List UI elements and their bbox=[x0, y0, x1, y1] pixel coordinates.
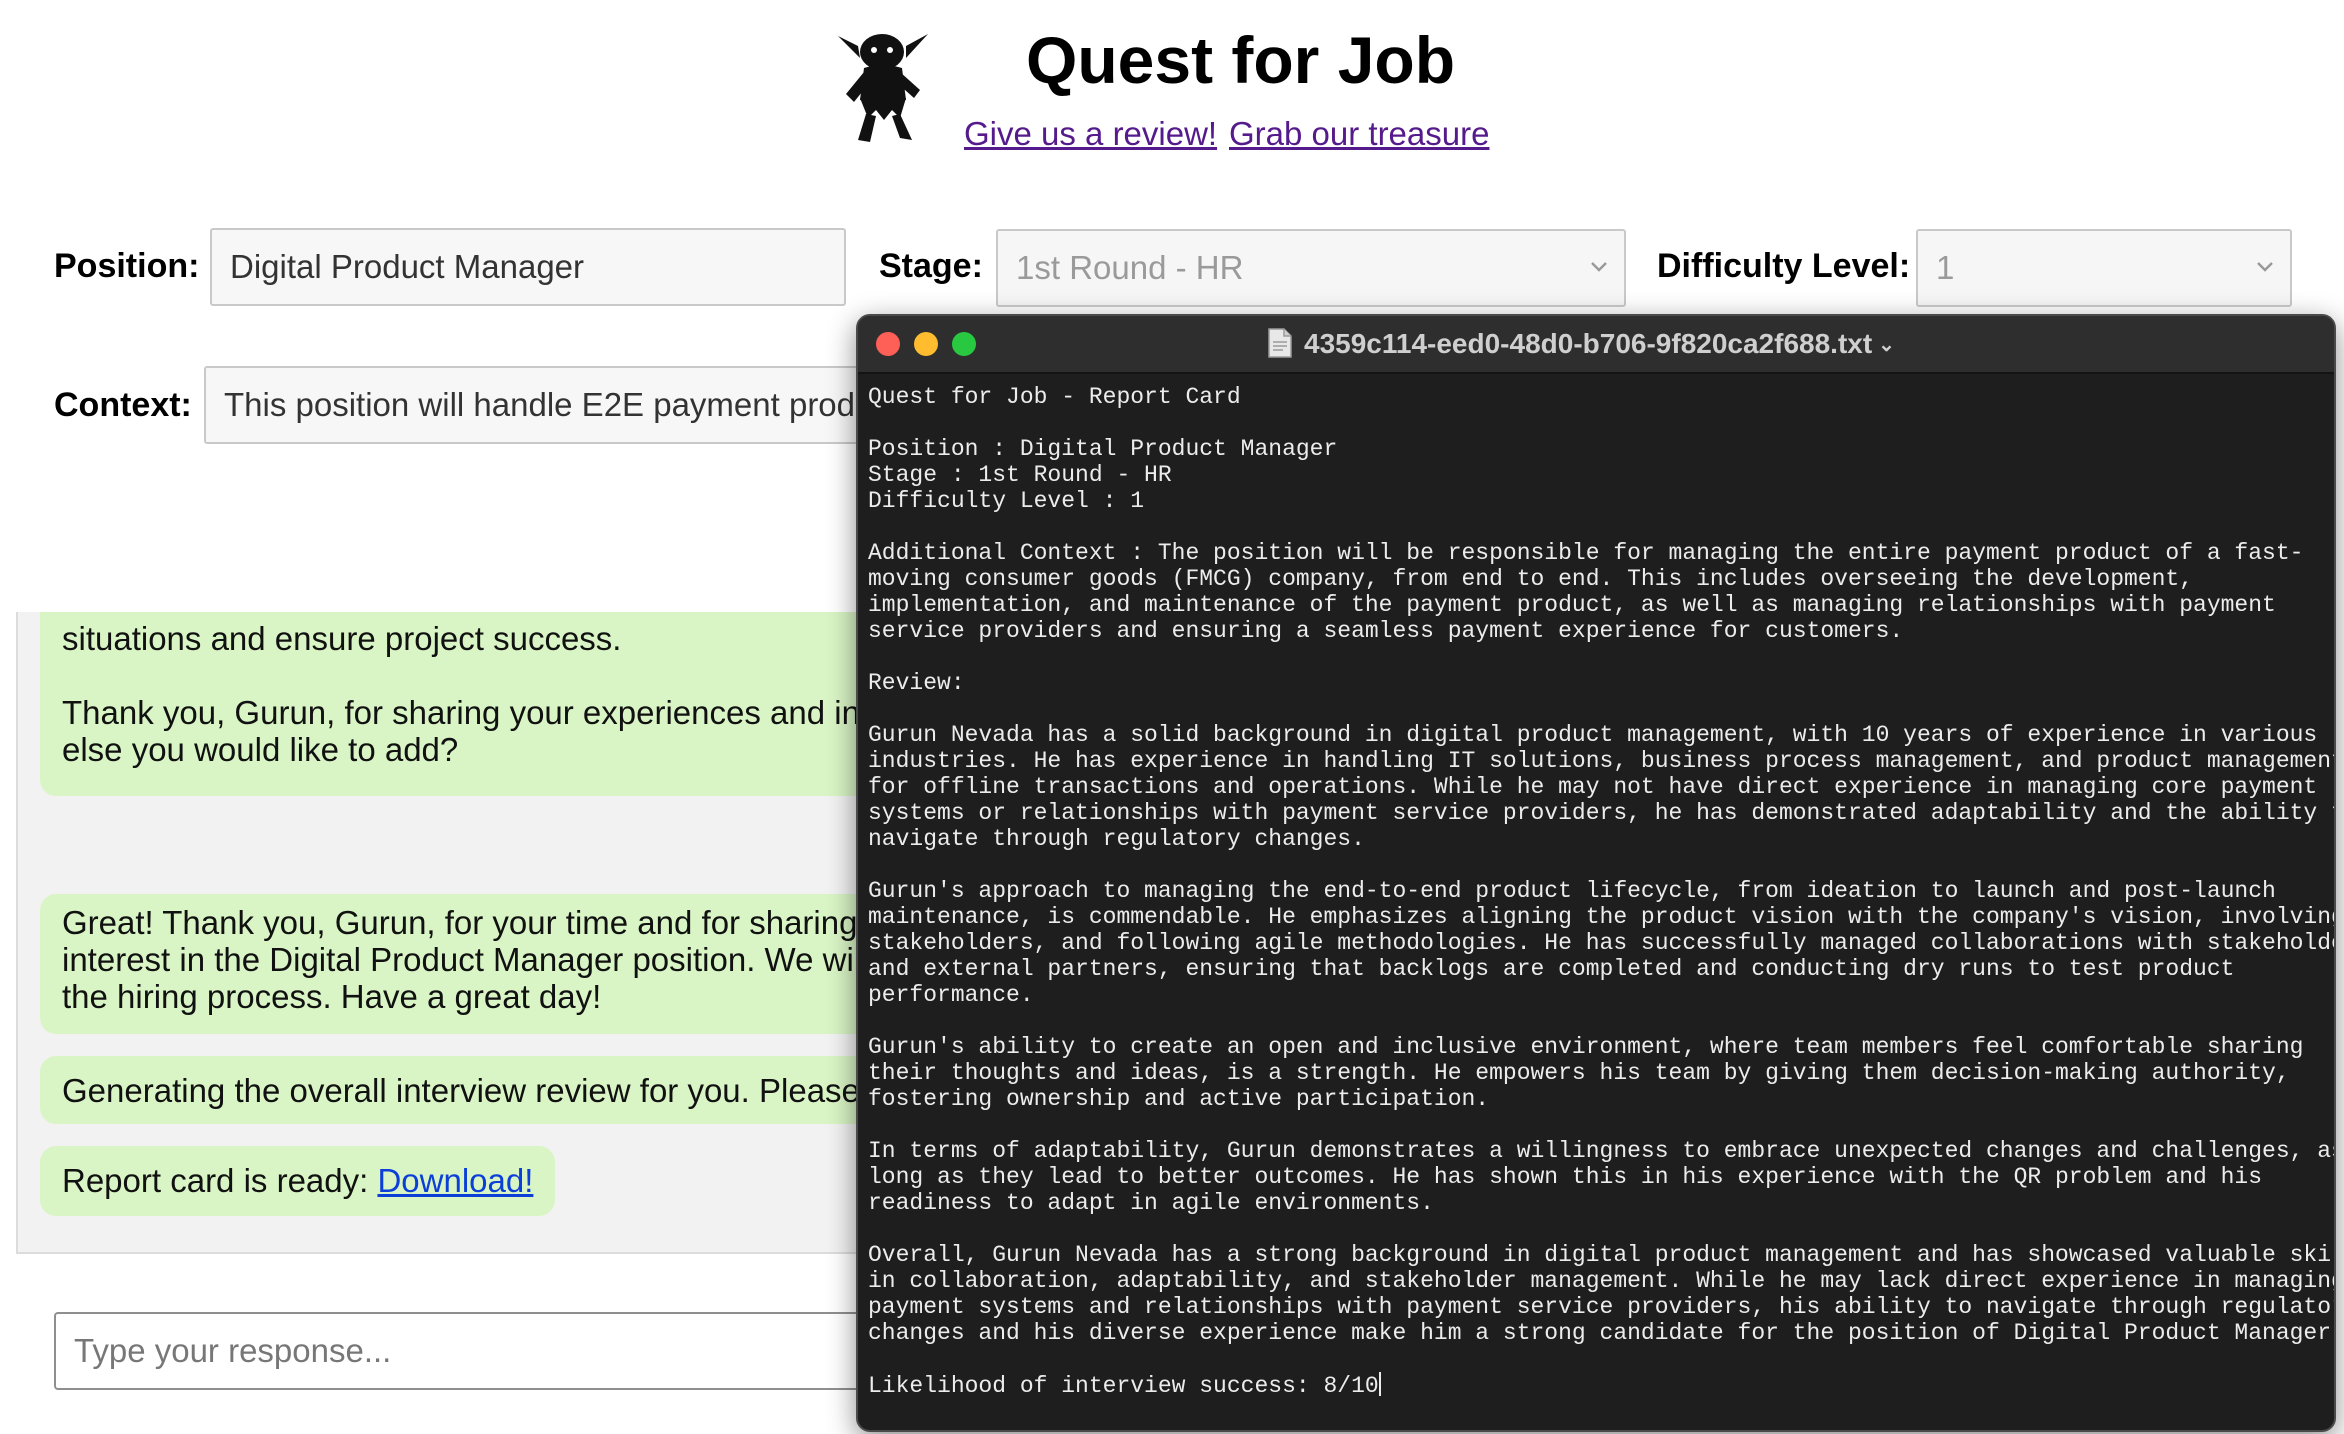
message-line: Thank you, Gurun, for sharing your exper… bbox=[62, 694, 884, 731]
report-line: moving consumer goods (FMCG) company, fr… bbox=[868, 566, 2194, 592]
report-ready-text: Report card is ready: bbox=[62, 1162, 378, 1199]
message-line: situations and ensure project success. bbox=[62, 620, 622, 657]
report-line bbox=[868, 1112, 2324, 1138]
report-line: for offline transactions and operations.… bbox=[868, 774, 2318, 800]
report-line: implementation, and maintenance of the p… bbox=[868, 592, 2276, 618]
position-value: Digital Product Manager bbox=[230, 248, 585, 285]
context-input[interactable]: This position will handle E2E payment pr… bbox=[204, 366, 924, 444]
report-line: Position : Digital Product Manager bbox=[868, 436, 1338, 462]
report-line: Gurun's ability to create an open and in… bbox=[868, 1034, 2304, 1060]
download-link[interactable]: Download! bbox=[377, 1162, 533, 1199]
text-cursor bbox=[1378, 1372, 1381, 1396]
report-line: Quest for Job - Report Card bbox=[868, 384, 1241, 410]
report-line: Stage : 1st Round - HR bbox=[868, 462, 1172, 488]
document-icon bbox=[1268, 328, 1292, 358]
position-input[interactable]: Digital Product Manager bbox=[210, 228, 846, 306]
report-line: and external partners, ensuring that bac… bbox=[868, 956, 2235, 982]
chat-message: situations and ensure project success. T… bbox=[40, 612, 914, 796]
report-line: changes and his diverse experience make … bbox=[868, 1320, 2336, 1346]
report-line: service providers and ensuring a seamles… bbox=[868, 618, 1904, 644]
chat-message: Great! Thank you, Gurun, for your time a… bbox=[40, 894, 914, 1034]
report-line: Additional Context : The position will b… bbox=[868, 540, 2304, 566]
report-line: readiness to adapt in agile environments… bbox=[868, 1190, 1434, 1216]
report-line: industries. He has experience in handlin… bbox=[868, 748, 2336, 774]
message-line: the hiring process. Have a great day! bbox=[62, 978, 602, 1015]
stage-select[interactable]: 1st Round - HR bbox=[996, 229, 1626, 307]
report-line: maintenance, is commendable. He emphasiz… bbox=[868, 904, 2336, 930]
report-line: fostering ownership and active participa… bbox=[868, 1086, 1490, 1112]
report-line: Gurun Nevada has a solid background in d… bbox=[868, 722, 2318, 748]
text-editor-window[interactable]: 4359c114-eed0-48d0-b706-9f820ca2f688.txt… bbox=[856, 314, 2336, 1432]
file-name: 4359c114-eed0-48d0-b706-9f820ca2f688.txt bbox=[1304, 328, 1873, 359]
report-line: in collaboration, adaptability, and stak… bbox=[868, 1268, 2336, 1294]
chat-message-report: Report card is ready: Download! bbox=[40, 1146, 556, 1216]
position-label: Position: bbox=[54, 247, 200, 285]
report-line: payment systems and relationships with p… bbox=[868, 1294, 2336, 1320]
report-line: Overall, Gurun Nevada has a strong backg… bbox=[868, 1242, 2336, 1268]
report-line: Difficulty Level : 1 bbox=[868, 488, 1145, 514]
page-title: Quest for Job bbox=[1026, 23, 1456, 97]
stage-value: 1st Round - HR bbox=[1016, 249, 1244, 286]
context-label: Context: bbox=[54, 386, 192, 424]
report-line: their thoughts and ideas, is a strength.… bbox=[868, 1060, 2290, 1086]
maximize-window-button[interactable] bbox=[952, 332, 976, 356]
message-line: Generating the overall interview review … bbox=[62, 1072, 893, 1109]
report-line bbox=[868, 852, 2324, 878]
file-title[interactable]: 4359c114-eed0-48d0-b706-9f820ca2f688.txt… bbox=[1304, 316, 1895, 372]
report-line: Review: bbox=[868, 670, 965, 696]
difficulty-label: Difficulty Level: bbox=[1657, 247, 1911, 285]
context-value: This position will handle E2E payment pr… bbox=[224, 386, 874, 423]
report-line: long as they lead to better outcomes. He… bbox=[868, 1164, 2263, 1190]
report-line: Gurun's approach to managing the end-to-… bbox=[868, 878, 2276, 904]
review-link[interactable]: Give us a review! bbox=[964, 115, 1217, 153]
report-text-area[interactable]: Quest for Job - Report Card Position : Di… bbox=[858, 374, 2336, 1399]
message-line: Great! Thank you, Gurun, for your time a… bbox=[62, 904, 884, 941]
response-input[interactable] bbox=[54, 1312, 934, 1390]
report-line: Likelihood of interview success: 8/10 bbox=[868, 1372, 1381, 1399]
report-line: performance. bbox=[868, 982, 1034, 1008]
minimize-window-button[interactable] bbox=[914, 332, 938, 356]
difficulty-value: 1 bbox=[1936, 249, 1955, 286]
report-line bbox=[868, 410, 2324, 436]
chevron-down-icon: ⌄ bbox=[1878, 334, 1895, 356]
report-line bbox=[868, 1216, 2324, 1242]
goblin-logo-icon bbox=[838, 34, 928, 142]
message-line: else you would like to add? bbox=[62, 731, 459, 768]
report-line: navigate through regulatory changes. bbox=[868, 826, 1365, 852]
difficulty-select[interactable]: 1 bbox=[1916, 229, 2292, 307]
chevron-down-icon bbox=[2257, 262, 2273, 272]
report-line: In terms of adaptability, Gurun demonstr… bbox=[868, 1138, 2336, 1164]
message-line bbox=[62, 657, 908, 694]
chevron-down-icon bbox=[1591, 262, 1607, 272]
treasure-link[interactable]: Grab our treasure bbox=[1229, 115, 1489, 153]
chat-panel[interactable]: situations and ensure project success. T… bbox=[16, 612, 916, 1254]
report-line bbox=[868, 1008, 2324, 1034]
report-line: systems or relationships with payment se… bbox=[868, 800, 2336, 826]
report-line: stakeholders, and following agile method… bbox=[868, 930, 2336, 956]
close-window-button[interactable] bbox=[876, 332, 900, 356]
stage-label: Stage: bbox=[879, 247, 983, 285]
report-line bbox=[868, 1346, 2324, 1372]
report-line bbox=[868, 514, 2324, 540]
message-line: interest in the Digital Product Manager … bbox=[62, 941, 869, 978]
window-titlebar[interactable]: 4359c114-eed0-48d0-b706-9f820ca2f688.txt… bbox=[858, 316, 2334, 374]
report-line bbox=[868, 696, 2324, 722]
report-line bbox=[868, 644, 2324, 670]
chat-message: Generating the overall interview review … bbox=[40, 1056, 914, 1124]
